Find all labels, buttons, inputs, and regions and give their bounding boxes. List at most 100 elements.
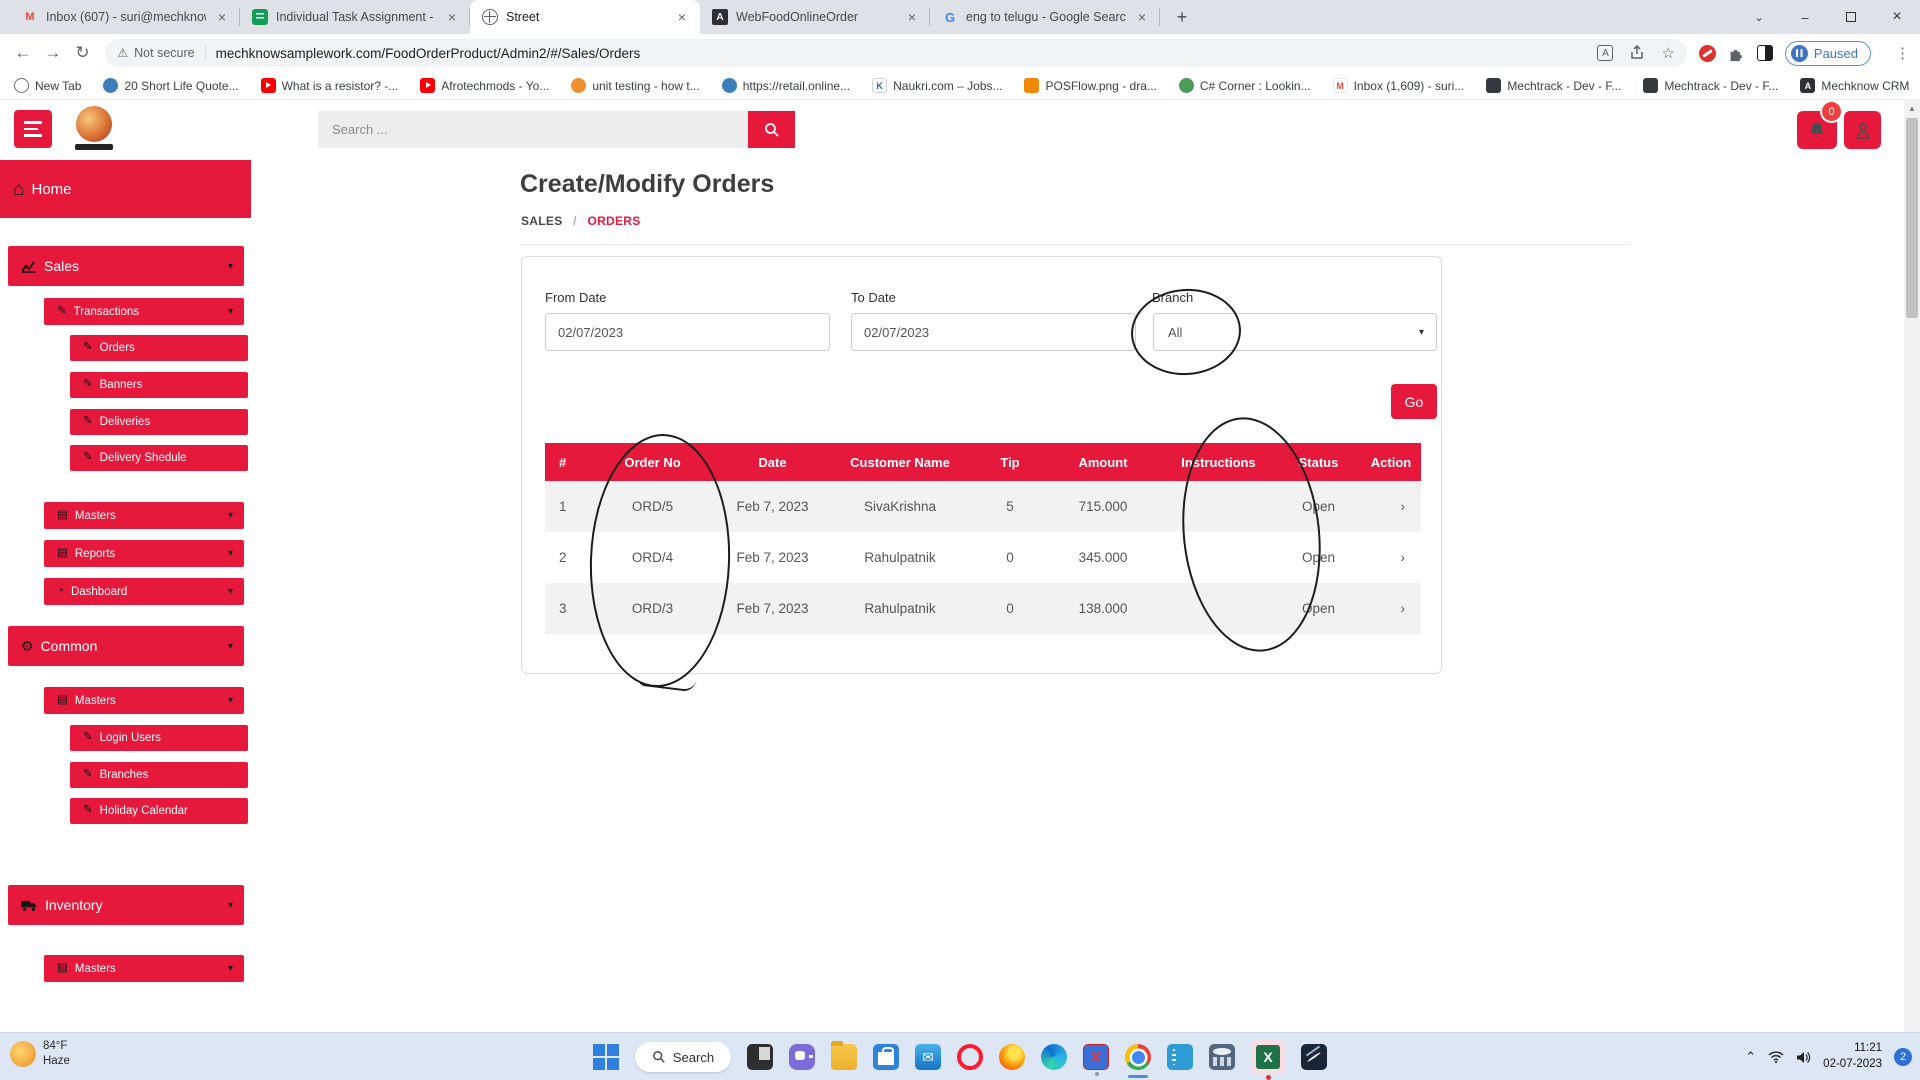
sidebar-item-login-users[interactable]: ✎ Login Users xyxy=(70,725,248,751)
bookmark-item[interactable]: Mechtrack - Dev - F... xyxy=(1486,78,1621,93)
close-icon[interactable]: × xyxy=(214,9,230,25)
sidebar-item-transactions[interactable]: ✎ Transactions ▾ xyxy=(44,298,244,325)
tab-google-search[interactable]: G eng to telugu - Google Search × xyxy=(930,0,1160,34)
breadcrumb-current[interactable]: ORDERS xyxy=(587,214,640,228)
from-date-input[interactable] xyxy=(545,313,830,351)
sidebar-item-sales[interactable]: Sales ▾ xyxy=(8,246,244,286)
taskbar-clock[interactable]: 11:21 02-07-2023 xyxy=(1823,1041,1882,1072)
taskbar-firefox-icon[interactable] xyxy=(999,1044,1025,1070)
windows-start-button[interactable] xyxy=(593,1044,619,1070)
taskbar-opera-icon[interactable] xyxy=(957,1044,983,1070)
profile-button[interactable] xyxy=(1844,111,1881,149)
hamburger-menu-button[interactable] xyxy=(14,110,52,148)
close-icon[interactable]: × xyxy=(444,9,460,25)
extension-dark-icon[interactable] xyxy=(1757,45,1773,61)
browser-menu-icon[interactable]: ⋮ xyxy=(1895,44,1910,62)
taskbar-chat-icon[interactable] xyxy=(789,1044,815,1070)
forward-icon[interactable]: → xyxy=(38,43,68,63)
page-scrollbar[interactable]: ▲ xyxy=(1904,100,1920,1032)
sidebar-item-delivery-schedule[interactable]: ✎ Delivery Shedule xyxy=(70,445,248,471)
bookmark-item[interactable]: POSFlow.png - dra... xyxy=(1024,78,1156,93)
extensions-puzzle-icon[interactable] xyxy=(1728,45,1745,62)
bookmark-item[interactable]: C# Corner : Lookin... xyxy=(1179,78,1311,93)
window-restore-button[interactable] xyxy=(1828,0,1874,34)
cell-tip: 0 xyxy=(975,583,1045,634)
close-icon[interactable]: × xyxy=(674,9,690,25)
sidebar-item-dashboard[interactable]: ◔ Dashboard ▾ xyxy=(44,578,244,605)
taskbar-excel-icon[interactable]: X xyxy=(1251,1040,1285,1074)
scroll-up-icon[interactable]: ▲ xyxy=(1904,102,1920,116)
to-date-input[interactable] xyxy=(851,313,1136,351)
sidebar-item-reports[interactable]: ▤ Reports ▾ xyxy=(44,540,244,567)
taskbar-mail-icon[interactable]: ✉ xyxy=(915,1044,941,1070)
status-open-link[interactable]: Open xyxy=(1276,583,1361,634)
tab-webfoodonlineorder[interactable]: A WebFoodOnlineOrder × xyxy=(700,0,930,34)
translate-icon[interactable]: A xyxy=(1597,45,1613,61)
close-icon[interactable]: × xyxy=(1134,9,1150,25)
back-icon[interactable]: ← xyxy=(8,43,38,63)
taskbar-file-explorer-icon[interactable] xyxy=(831,1044,857,1070)
chevron-right-icon[interactable]: › xyxy=(1361,532,1421,583)
window-close-button[interactable]: × xyxy=(1874,0,1920,34)
sidebar-item-holiday-calendar[interactable]: ✎ Holiday Calendar xyxy=(70,798,248,824)
sidebar-item-masters-common[interactable]: ▤ Masters ▾ xyxy=(44,687,244,714)
status-open-link[interactable]: Open xyxy=(1276,532,1361,583)
sidebar-item-orders[interactable]: ✎ Orders xyxy=(70,335,248,361)
taskbar-store-icon[interactable] xyxy=(873,1044,899,1070)
sidebar-item-common[interactable]: ⚙ Common ▾ xyxy=(8,626,244,666)
bookmark-star-icon[interactable]: ☆ xyxy=(1661,44,1674,62)
window-minimize-button[interactable]: – xyxy=(1782,0,1828,34)
sidebar-item-inventory[interactable]: Inventory ▾ xyxy=(8,885,244,925)
reload-icon[interactable]: ↻ xyxy=(68,43,98,63)
angular-icon: A xyxy=(1800,78,1815,93)
bookmark-item[interactable]: New Tab xyxy=(14,78,81,93)
speaker-icon[interactable] xyxy=(1796,1051,1811,1064)
app-logo[interactable] xyxy=(74,106,114,152)
taskbar-chrome-icon[interactable] xyxy=(1125,1044,1151,1070)
sidebar-item-branches[interactable]: ✎ Branches xyxy=(70,762,248,788)
taskbar-notepad-icon[interactable] xyxy=(747,1044,773,1070)
taskbar-search[interactable]: Search xyxy=(635,1042,731,1072)
sidebar-item-home[interactable]: ⌂ Home xyxy=(0,160,251,218)
scrollbar-thumb[interactable] xyxy=(1906,118,1918,318)
status-open-link[interactable]: Open xyxy=(1276,481,1361,532)
close-icon[interactable]: × xyxy=(904,9,920,25)
branch-select[interactable]: All ▾ xyxy=(1153,313,1437,351)
bookmark-item[interactable]: KNaukri.com – Jobs... xyxy=(872,78,1002,93)
tab-gmail[interactable]: M Inbox (607) - suri@mechknowsof × xyxy=(10,0,240,34)
tab-street-active[interactable]: Street × xyxy=(470,0,700,34)
chevron-down-icon: ▾ xyxy=(228,306,233,317)
taskbar-xampp-icon[interactable]: X xyxy=(1083,1044,1109,1070)
wifi-icon[interactable] xyxy=(1768,1051,1784,1063)
taskbar-sql-tool-icon[interactable] xyxy=(1301,1044,1327,1070)
sidebar-item-deliveries[interactable]: ✎ Deliveries xyxy=(70,409,248,435)
sidebar-item-masters[interactable]: ▤ Masters ▾ xyxy=(44,502,244,529)
url-bar[interactable]: ⚠ Not secure mechknowsamplework.com/Food… xyxy=(105,39,1687,67)
new-tab-button[interactable]: + xyxy=(1168,3,1196,31)
bookmark-item[interactable]: https://retail.online... xyxy=(722,78,850,93)
notification-center-badge[interactable]: 2 xyxy=(1894,1048,1912,1066)
bookmark-item[interactable]: 20 Short Life Quote... xyxy=(103,78,238,93)
tray-chevron-up-icon[interactable]: ⌃ xyxy=(1745,1049,1756,1065)
tab-sheets[interactable]: Individual Task Assignment - Goo × xyxy=(240,0,470,34)
bookmark-item[interactable]: Afrotechmods - Yo... xyxy=(420,78,549,93)
bookmark-item[interactable]: AMechknow CRM xyxy=(1800,78,1909,93)
bookmark-item[interactable]: MInbox (1,609) - suri... xyxy=(1333,78,1465,93)
bookmark-item[interactable]: What is a resistor? -... xyxy=(261,78,399,93)
bookmark-item[interactable]: unit testing - how t... xyxy=(571,78,699,93)
window-menu-chevron-icon[interactable]: ⌄ xyxy=(1736,0,1782,34)
bookmark-item[interactable]: Mechtrack - Dev - F... xyxy=(1643,78,1778,93)
sidebar-item-masters-inventory[interactable]: ▤ Masters ▾ xyxy=(44,955,244,982)
share-icon[interactable] xyxy=(1629,45,1645,61)
taskbar-notebook-icon[interactable] xyxy=(1167,1044,1193,1070)
profile-paused-chip[interactable]: Paused xyxy=(1785,41,1871,66)
chevron-right-icon[interactable]: › xyxy=(1361,481,1421,532)
chevron-right-icon[interactable]: › xyxy=(1361,583,1421,634)
search-button[interactable] xyxy=(748,111,795,148)
extension-red-icon[interactable] xyxy=(1699,45,1716,62)
sidebar-item-banners[interactable]: ✎ Banners xyxy=(70,372,248,398)
taskbar-edge-icon[interactable] xyxy=(1041,1044,1067,1070)
search-input[interactable] xyxy=(318,111,748,148)
go-button[interactable]: Go xyxy=(1391,384,1437,419)
taskbar-calculator-icon[interactable] xyxy=(1209,1044,1235,1070)
